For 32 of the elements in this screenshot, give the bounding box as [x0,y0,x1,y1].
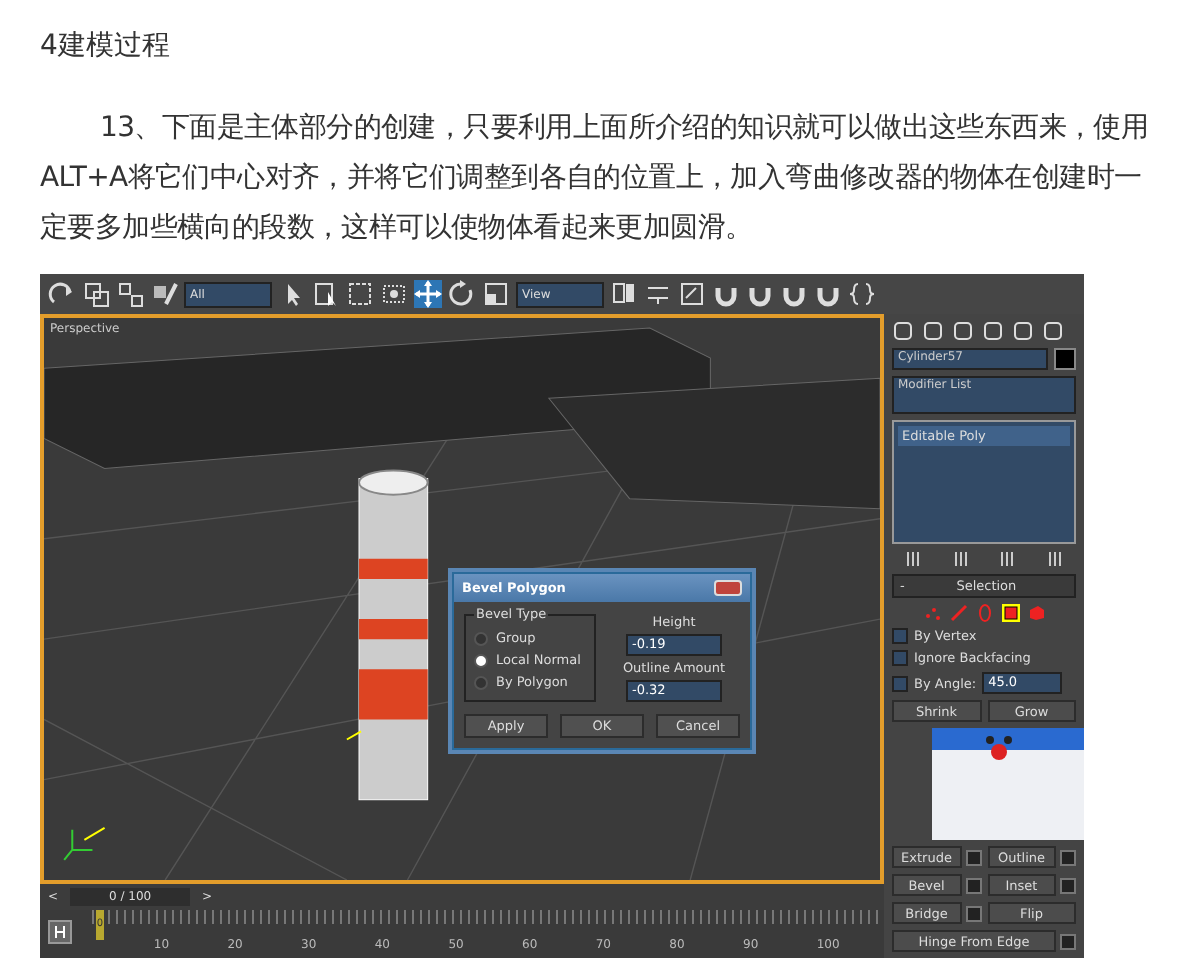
radio-button[interactable] [474,675,488,689]
rotate-arrow-icon[interactable] [448,280,476,308]
dashed-square-icon[interactable] [346,280,374,308]
radio-button[interactable] [474,653,488,667]
linked-squares-icon[interactable] [82,280,110,308]
close-button[interactable] [714,580,742,596]
warp-icon[interactable] [150,280,178,308]
section-heading: 4建模过程 [40,28,170,64]
settings-square-icon[interactable] [1060,877,1076,893]
snap-square-icon[interactable] [678,280,706,308]
pivot-icon[interactable] [610,280,638,308]
polygon-square-icon[interactable] [1001,604,1019,622]
radio-button[interactable] [474,631,488,645]
checkbox[interactable] [892,628,908,644]
settings-square-icon[interactable] [1060,933,1076,949]
checkbox[interactable] [892,650,908,666]
move-arrows-icon[interactable] [414,280,442,308]
settings-square-icon[interactable] [965,877,981,893]
settings-square-icon[interactable] [965,905,981,921]
list-pointer-icon[interactable] [312,280,340,308]
article-paragraph: 13、下面是主体部分的创建，只要利用上面所介绍的知识就可以做出这些东西来，使用ALT+A将它们中心对齐，并将它们调整到各自的位置上，加入弯曲修改器的物体在创建时一定要多加些横向的段数，这样可以使物体看起来更加圆滑。 [40,110,1151,248]
window-select-icon[interactable] [380,280,408,308]
vertex-dots-icon[interactable] [923,604,941,622]
redo-arrow-icon[interactable] [48,280,76,308]
separate-squares-icon[interactable] [116,280,144,308]
settings-square-icon[interactable] [1060,849,1076,865]
color-swatch[interactable] [1054,348,1076,370]
key-mode-icon[interactable] [48,920,72,944]
scale-square-icon[interactable] [482,280,510,308]
braces-icon[interactable] [848,280,876,308]
checkbox[interactable] [892,675,908,691]
settings-square-icon[interactable] [965,849,981,865]
